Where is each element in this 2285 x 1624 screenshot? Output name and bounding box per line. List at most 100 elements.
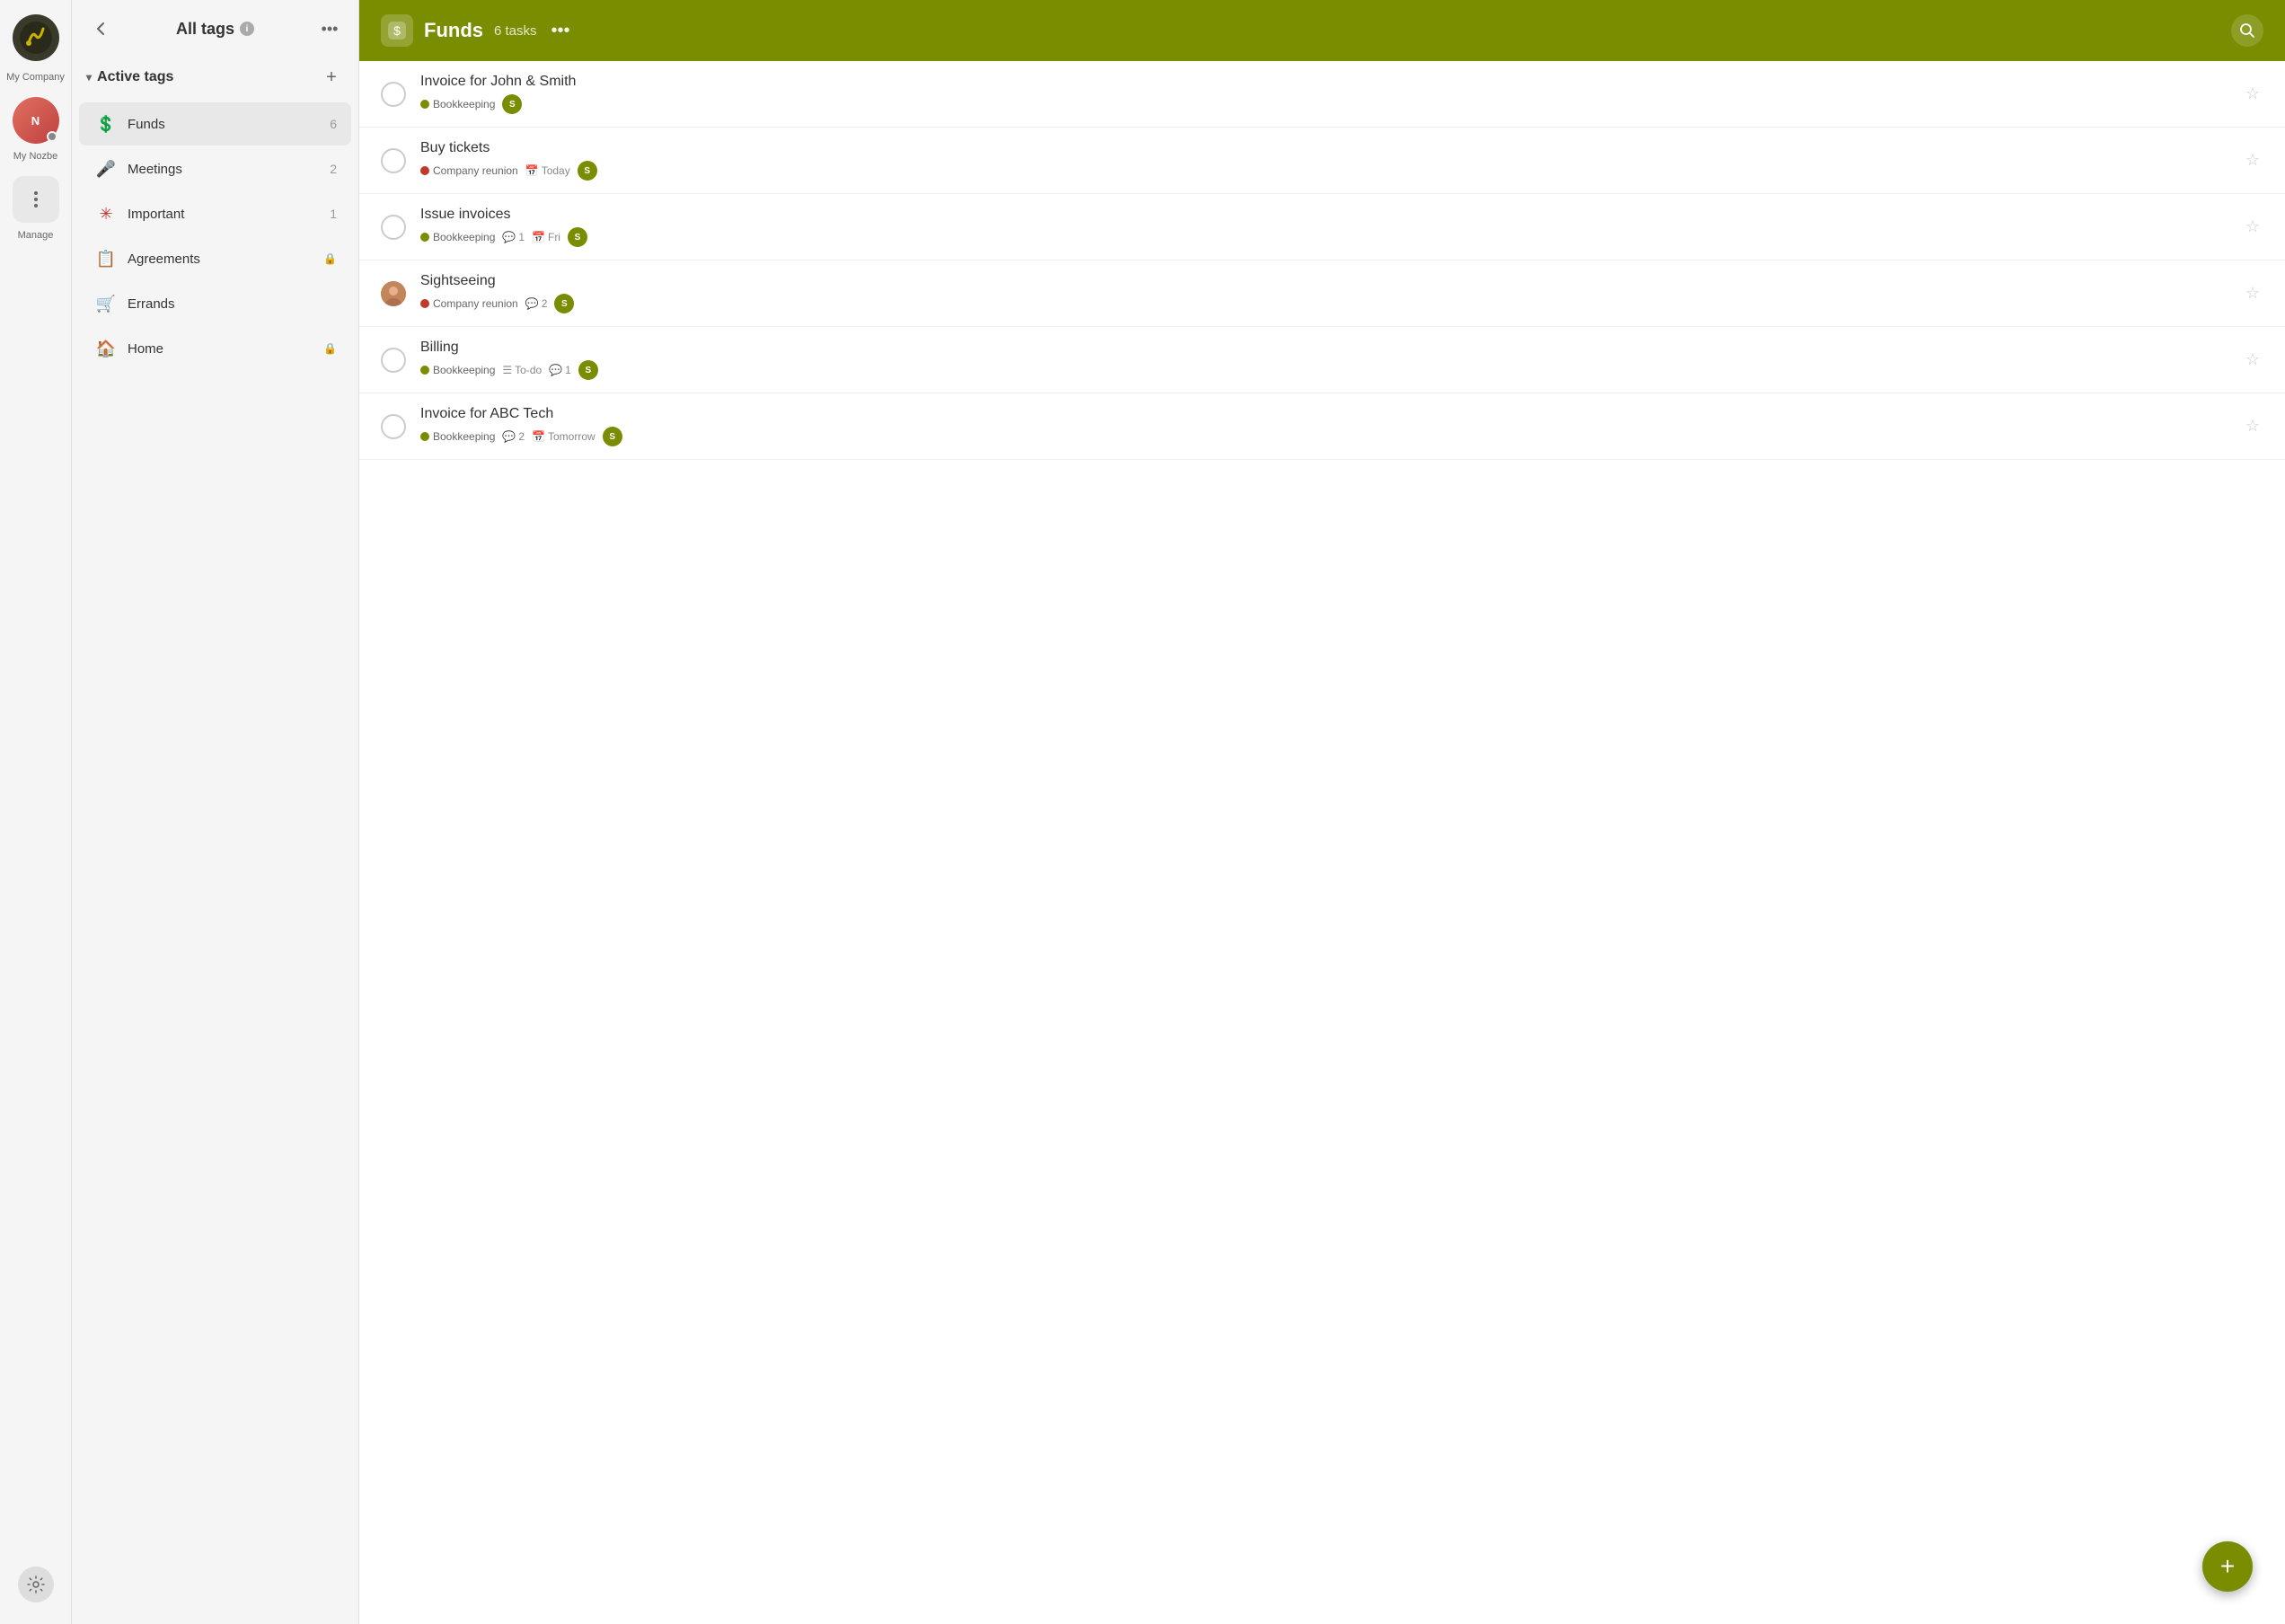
manage-dot2 [34,198,38,201]
user-label: My Nozbe [13,151,58,162]
agreements-icon: 📋 [93,246,119,271]
task-checkbox[interactable] [381,215,406,240]
task-meta: Bookkeeping ☰ To-do 💬 1 S [420,360,2242,380]
task-project-label: Bookkeeping [433,231,495,243]
task-title: Billing [420,340,2242,356]
project-dot [420,233,429,242]
sidebar-item-agreements[interactable]: 📋 Agreements 🔒 [79,237,351,280]
home-icon: 🏠 [93,336,119,361]
main-header-title: Funds [424,19,483,42]
main-header-more-button[interactable]: ••• [551,21,570,41]
sidebar-more-button[interactable]: ••• [315,14,344,43]
sidebar-title: All tags i [176,20,254,39]
task-star-button[interactable]: ☆ [2242,280,2263,306]
sidebar-item-funds[interactable]: 💲 Funds 6 [79,102,351,146]
task-checkbox[interactable] [381,348,406,373]
task-project-tag: Bookkeeping [420,98,495,110]
comments-count: 1 [518,231,525,243]
funds-label: Funds [128,117,330,132]
sidebar-item-important[interactable]: ✳ Important 1 [79,192,351,235]
task-date: 📅 Today [525,164,570,177]
task-date-label: Today [542,164,570,177]
manage-button[interactable] [13,176,59,223]
svg-text:$: $ [393,23,401,38]
task-body: Invoice for ABC Tech Bookkeeping 💬 2 📅 T… [420,406,2242,446]
task-date: 📅 Tomorrow [532,430,596,443]
task-checkbox[interactable] [381,414,406,439]
table-row[interactable]: Invoice for ABC Tech Bookkeeping 💬 2 📅 T… [359,393,2285,460]
info-icon: i [240,22,254,36]
nav-column: My Company N My Nozbe Manage [0,0,72,1624]
calendar-icon: 📅 [532,231,545,243]
task-comments-badge: 💬 2 [502,430,525,443]
sidebar-item-home[interactable]: 🏠 Home 🔒 [79,327,351,370]
add-tag-button[interactable]: + [319,65,344,90]
task-body: Billing Bookkeeping ☰ To-do 💬 1 S [420,340,2242,380]
task-star-button[interactable]: ☆ [2242,347,2263,373]
table-row[interactable]: Sightseeing Company reunion 💬 2 S ☆ [359,260,2285,327]
important-icon: ✳ [93,201,119,226]
task-star-button[interactable]: ☆ [2242,214,2263,240]
table-row[interactable]: Buy tickets Company reunion 📅 Today S ☆ [359,128,2285,194]
task-star-button[interactable]: ☆ [2242,413,2263,439]
task-title: Invoice for John & Smith [420,74,2242,90]
task-user-avatar: S [578,161,597,181]
search-button[interactable] [2231,14,2263,47]
meetings-icon: 🎤 [93,156,119,181]
comments-icon: 💬 [502,231,516,243]
task-checkbox[interactable] [381,82,406,107]
task-user-avatar: S [578,360,598,380]
task-star-button[interactable]: ☆ [2242,147,2263,173]
task-comments-badge: 💬 1 [502,231,525,243]
add-task-fab[interactable]: + [2202,1541,2253,1592]
task-meta: Bookkeeping 💬 2 📅 Tomorrow S [420,427,2242,446]
project-dot [420,366,429,375]
table-row[interactable]: Issue invoices Bookkeeping 💬 1 📅 Fri S [359,194,2285,260]
company-logo[interactable] [13,14,59,61]
task-project-tag: Bookkeeping [420,430,495,443]
avatar-status-dot [47,131,57,142]
task-body: Invoice for John & Smith Bookkeeping S [420,74,2242,114]
meetings-count: 2 [330,162,337,176]
main-content: $ Funds 6 tasks ••• Invoice for John & S… [359,0,2285,1624]
meetings-label: Meetings [128,162,330,177]
sidebar-item-errands[interactable]: 🛒 Errands [79,282,351,325]
task-list: Invoice for John & Smith Bookkeeping S ☆… [359,61,2285,1624]
table-row[interactable]: Billing Bookkeeping ☰ To-do 💬 1 S [359,327,2285,393]
home-lock-icon: 🔒 [323,342,337,355]
funds-count: 6 [330,117,337,131]
task-meta: Company reunion 📅 Today S [420,161,2242,181]
task-body: Sightseeing Company reunion 💬 2 S [420,273,2242,313]
calendar-icon: 📅 [525,164,539,177]
settings-button[interactable] [18,1567,54,1602]
important-count: 1 [330,207,337,221]
sidebar-header: All tags i ••• [72,14,358,57]
comments-count: 1 [565,364,571,376]
task-meta: Bookkeeping S [420,94,2242,114]
manage-label: Manage [18,230,54,241]
task-title: Invoice for ABC Tech [420,406,2242,422]
comments-icon: 💬 [525,297,539,310]
tag-list: 💲 Funds 6 🎤 Meetings 2 ✳ Important 1 📋 A… [72,97,358,375]
manage-dot3 [34,204,38,207]
agreements-lock-icon: 🔒 [323,252,337,265]
important-label: Important [128,207,330,222]
task-meta: Bookkeeping 💬 1 📅 Fri S [420,227,2242,247]
task-checkbox[interactable] [381,148,406,173]
task-comments-badge: 💬 1 [549,364,571,376]
user-avatar[interactable]: N [13,97,59,144]
project-dot [420,166,429,175]
task-star-button[interactable]: ☆ [2242,81,2263,107]
back-button[interactable] [86,14,115,43]
task-project-label: Bookkeeping [433,364,495,376]
task-title: Sightseeing [420,273,2242,289]
task-subtasks-badge: ☰ To-do [502,364,542,376]
task-user-avatar: S [568,227,587,247]
sidebar-item-meetings[interactable]: 🎤 Meetings 2 [79,147,351,190]
task-user-avatar: S [502,94,522,114]
main-header: $ Funds 6 tasks ••• [359,0,2285,61]
table-row[interactable]: Invoice for John & Smith Bookkeeping S ☆ [359,61,2285,128]
section-toggle-icon[interactable]: ▾ [86,71,92,84]
task-project-tag: Bookkeeping [420,364,495,376]
task-title: Buy tickets [420,140,2242,156]
